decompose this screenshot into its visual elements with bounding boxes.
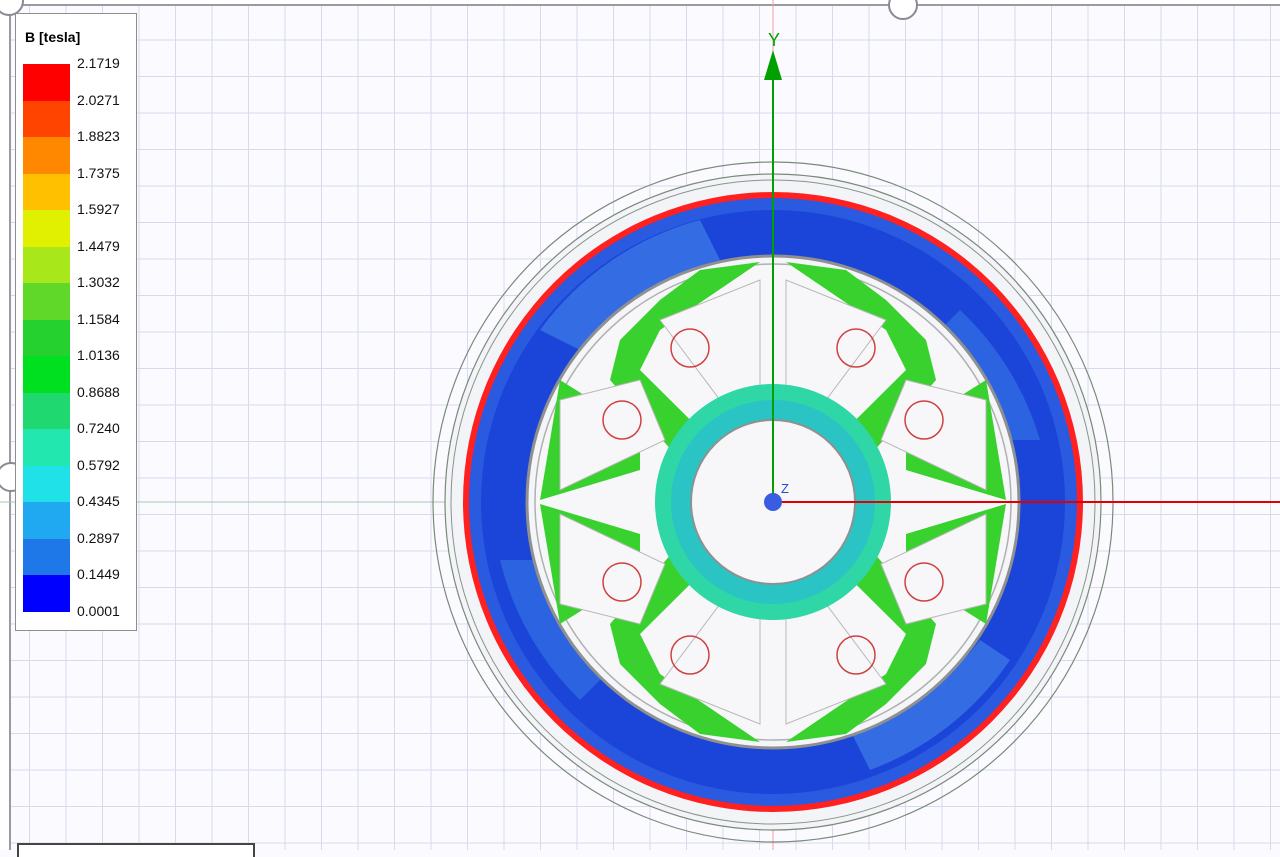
legend-level-label: 1.7375 (77, 164, 120, 181)
legend-level-label: 2.0271 (77, 91, 120, 108)
legend-level-label: 1.4479 (77, 237, 120, 254)
legend-color-bar (23, 64, 70, 612)
legend-level-label: 0.5792 (77, 456, 120, 473)
legend-swatch (23, 319, 70, 356)
legend-swatch (23, 137, 70, 174)
legend-swatch (23, 246, 70, 283)
legend-swatch (23, 575, 70, 612)
legend-swatch (23, 173, 70, 210)
legend-level-label: 1.8823 (77, 128, 120, 144)
legend-swatch (23, 64, 70, 101)
legend-swatch (23, 100, 70, 137)
z-axis-label: Z (781, 481, 789, 496)
legend-level-label: 1.5927 (77, 201, 120, 217)
legend-level-label: 0.7240 (77, 420, 120, 436)
legend-level-label: 2.1719 (77, 55, 120, 71)
legend-swatch (23, 356, 70, 393)
legend-title: B [tesla] (25, 29, 81, 45)
legend-swatch (23, 210, 70, 247)
legend-swatch (23, 465, 70, 502)
legend-swatch (23, 283, 70, 320)
legend-swatch (23, 538, 70, 575)
legend-swatch (23, 502, 70, 539)
legend-level-label: 0.1449 (77, 566, 120, 582)
legend-swatch (23, 392, 70, 429)
legend-level-label: 0.4345 (77, 493, 120, 509)
field-plot-model[interactable]: Y Z (0, 0, 1280, 850)
legend-level-label: 1.0136 (77, 347, 120, 363)
y-axis-arrow (764, 50, 782, 80)
legend-level-label: 0.0001 (77, 602, 120, 619)
legend-swatch (23, 429, 70, 466)
legend-level-label: 1.3032 (77, 274, 120, 290)
field-legend[interactable]: B [tesla] 2.1719 2.0271 1.8823 1.7375 1.5927… (15, 13, 137, 631)
legend-level-label: 0.2897 (77, 529, 120, 546)
bottom-panel-edge (17, 843, 255, 857)
origin-marker[interactable] (764, 493, 782, 511)
legend-level-label: 1.1584 (77, 310, 120, 327)
y-axis-label: Y (768, 30, 780, 50)
legend-level-label: 0.8688 (77, 383, 120, 400)
